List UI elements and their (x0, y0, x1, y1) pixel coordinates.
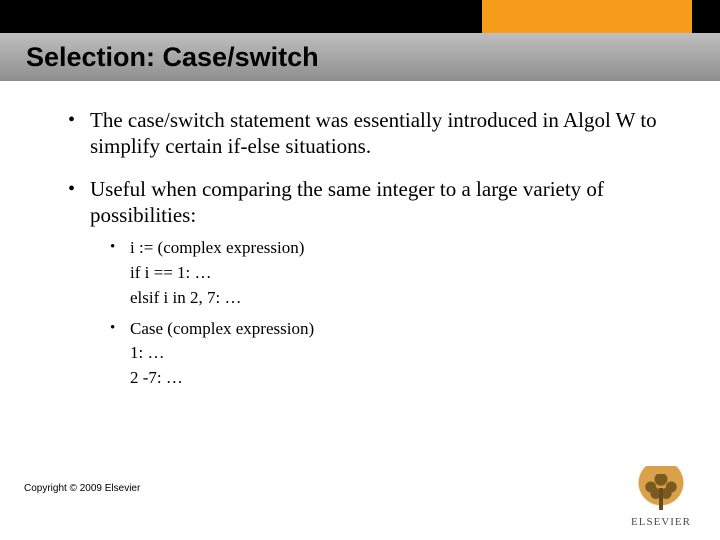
sub-bullet-item: i := (complex expression) if i == 1: … e… (90, 238, 664, 308)
sub-bullet-list: i := (complex expression) if i == 1: … e… (90, 238, 664, 388)
bullet-list: The case/switch statement was essentiall… (64, 108, 664, 389)
code-line: Case (complex expression) (130, 319, 314, 338)
code-line: 2 -7: … (130, 368, 664, 389)
logo-word: ELSEVIER (624, 516, 698, 528)
top-stripe-orange (482, 0, 692, 33)
copyright-text: Copyright © 2009 Elsevier (24, 483, 140, 494)
tree-icon (633, 466, 689, 514)
slide-title: Selection: Case/switch (26, 42, 319, 73)
content-area: The case/switch statement was essentiall… (64, 108, 664, 407)
code-line: 1: … (130, 343, 664, 364)
bullet-item: The case/switch statement was essentiall… (64, 108, 664, 159)
elsevier-logo: ELSEVIER (624, 466, 698, 528)
code-line: if i == 1: … (130, 263, 664, 284)
slide: Selection: Case/switch The case/switch s… (0, 0, 720, 540)
code-line: i := (complex expression) (130, 238, 304, 257)
bullet-text: The case/switch statement was essentiall… (90, 108, 657, 158)
bullet-item: Useful when comparing the same integer t… (64, 177, 664, 389)
title-bar: Selection: Case/switch (0, 33, 720, 81)
sub-bullet-item: Case (complex expression) 1: … 2 -7: … (90, 319, 664, 389)
code-line: elsif i in 2, 7: … (130, 288, 664, 309)
bullet-text: Useful when comparing the same integer t… (90, 177, 604, 227)
